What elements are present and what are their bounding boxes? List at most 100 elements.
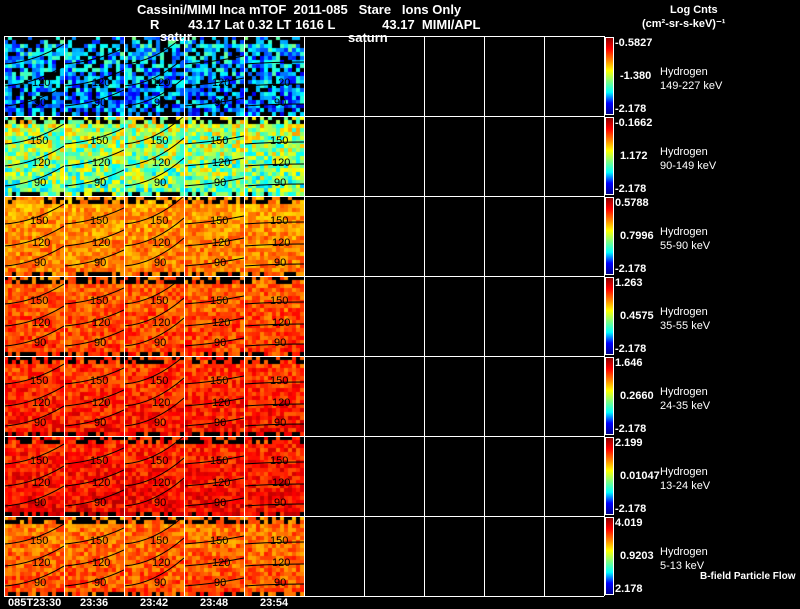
contour-label: 150: [270, 295, 288, 307]
contour-label: 120: [32, 157, 50, 169]
heatmap-panel: 150 120 90: [124, 116, 184, 196]
contour-label: 90: [34, 257, 46, 269]
grid-line-horizontal: [4, 196, 604, 197]
heatmap-panel: 120 90: [244, 36, 304, 116]
contour-label: 120: [92, 77, 110, 89]
contour-label: 150: [210, 535, 228, 547]
contour-label: 150: [30, 375, 48, 387]
contour-label: 120: [212, 397, 230, 409]
contour-label: 120: [92, 557, 110, 569]
contour-label: 120: [152, 397, 170, 409]
contour-label: 90: [34, 577, 46, 589]
colorbar-min-label: -2.178: [615, 183, 647, 195]
species-label: Hydrogen: [660, 546, 708, 558]
heatmap-panel: 120 90: [184, 36, 244, 116]
contour-label: 120: [272, 557, 290, 569]
colorbar: [605, 37, 614, 115]
grid-line-vertical: [604, 36, 605, 596]
species-label: Hydrogen: [660, 66, 708, 78]
grid-line-horizontal: [4, 116, 604, 117]
contour-label: 150: [90, 455, 108, 467]
colorbar: [605, 117, 614, 195]
energy-range-label: 35-55 keV: [660, 320, 711, 332]
grid-line-vertical: [4, 36, 5, 596]
contour-label: 90: [154, 497, 166, 509]
heatmap-panel: 120 90: [4, 36, 64, 116]
heatmap-panel: 150 120 90: [124, 356, 184, 436]
heatmap-panel: 150 120 90: [124, 276, 184, 356]
contour-label: 120: [32, 477, 50, 489]
heatmap-panel: 150 120 90: [244, 196, 304, 276]
x-tick-label: 23:36: [80, 597, 109, 609]
x-tick-label: 23:48: [200, 597, 229, 609]
grid-line-horizontal: [4, 36, 604, 37]
grid-line-horizontal: [4, 276, 604, 277]
x-tick-label: 23:54: [260, 597, 289, 609]
colorbar: [605, 197, 614, 275]
contour-label: 150: [150, 535, 168, 547]
grid-line-vertical: [244, 36, 245, 596]
colorbar: [605, 517, 614, 595]
plot-title: Cassini/MIMI Inca mTOF 2011-085 Stare Io…: [137, 2, 462, 17]
colorbar-min-label: -2.178: [615, 503, 647, 515]
colorbar-min-label: -2.178: [615, 263, 647, 275]
contour-label: 150: [270, 375, 288, 387]
grid-line-vertical: [64, 36, 65, 596]
x-tick-label: 085T23:30: [8, 597, 62, 609]
energy-range-label: 5-13 keV: [660, 560, 705, 572]
contour-label: 90: [34, 97, 46, 109]
energy-range-label: 55-90 keV: [660, 240, 711, 252]
grid-line-vertical: [544, 36, 545, 596]
contour-label: 120: [272, 477, 290, 489]
contour-label: 90: [214, 257, 226, 269]
heatmap-panel: 150 120 90: [4, 196, 64, 276]
heatmap-panel: 150 120 90: [184, 356, 244, 436]
contour-label: 90: [274, 417, 286, 429]
contour-label: 90: [94, 417, 106, 429]
contour-line: [64, 47, 124, 65]
colorbar-min-label: -2.178: [615, 343, 647, 355]
bfield-legend: B-field Particle Flow: [700, 571, 796, 582]
contour-label: 120: [32, 237, 50, 249]
heatmap-panel: 150 120 90: [184, 436, 244, 516]
contour-label: 150: [150, 215, 168, 227]
colorbar-max-label: 2.199: [615, 437, 643, 449]
contour-label: 120: [212, 157, 230, 169]
satur-label: satur: [160, 29, 192, 44]
contour-label: 150: [90, 535, 108, 547]
plot-window: Cassini/MIMI Inca mTOF 2011-085 Stare Io…: [0, 0, 800, 609]
colorbar: [605, 437, 614, 515]
heatmap-panel: 150 120 90: [64, 356, 124, 436]
contour-label: 120: [32, 317, 50, 329]
grid-line-vertical: [124, 36, 125, 596]
contour-label: 120: [212, 237, 230, 249]
contour-label: 120: [32, 557, 50, 569]
heatmap-panel: 120 90: [124, 36, 184, 116]
grid-line-horizontal: [4, 436, 604, 437]
colorbar-min-label: -2.178: [615, 423, 647, 435]
contour-label: 120: [152, 157, 170, 169]
heatmap-panel: 150 120 90: [124, 196, 184, 276]
colorbar-mid-label: -1.380: [620, 70, 652, 82]
colorbar-min-label: -2.178: [615, 103, 647, 115]
heatmap-panel: 120 90: [64, 36, 124, 116]
heatmap-panel: 150 120 90: [64, 436, 124, 516]
contour-label: 90: [154, 417, 166, 429]
contour-label: 150: [210, 135, 228, 147]
contour-label: 90: [274, 97, 286, 109]
heatmap-panel: 150 120 90: [4, 356, 64, 436]
contour-label: 90: [214, 417, 226, 429]
contour-label: 120: [272, 397, 290, 409]
contour-line: [4, 43, 64, 65]
contour-label: 150: [30, 135, 48, 147]
contour-label: 90: [34, 417, 46, 429]
contour-label: 90: [214, 497, 226, 509]
species-label: Hydrogen: [660, 226, 708, 238]
contour-label: 90: [34, 337, 46, 349]
colorbar-max-label: -0.5827: [615, 37, 653, 49]
contour-label: 150: [150, 295, 168, 307]
heatmap-panel: 150 120 90: [244, 356, 304, 436]
contour-label: 90: [94, 337, 106, 349]
contour-label: 150: [270, 215, 288, 227]
grid-line-horizontal: [4, 356, 604, 357]
